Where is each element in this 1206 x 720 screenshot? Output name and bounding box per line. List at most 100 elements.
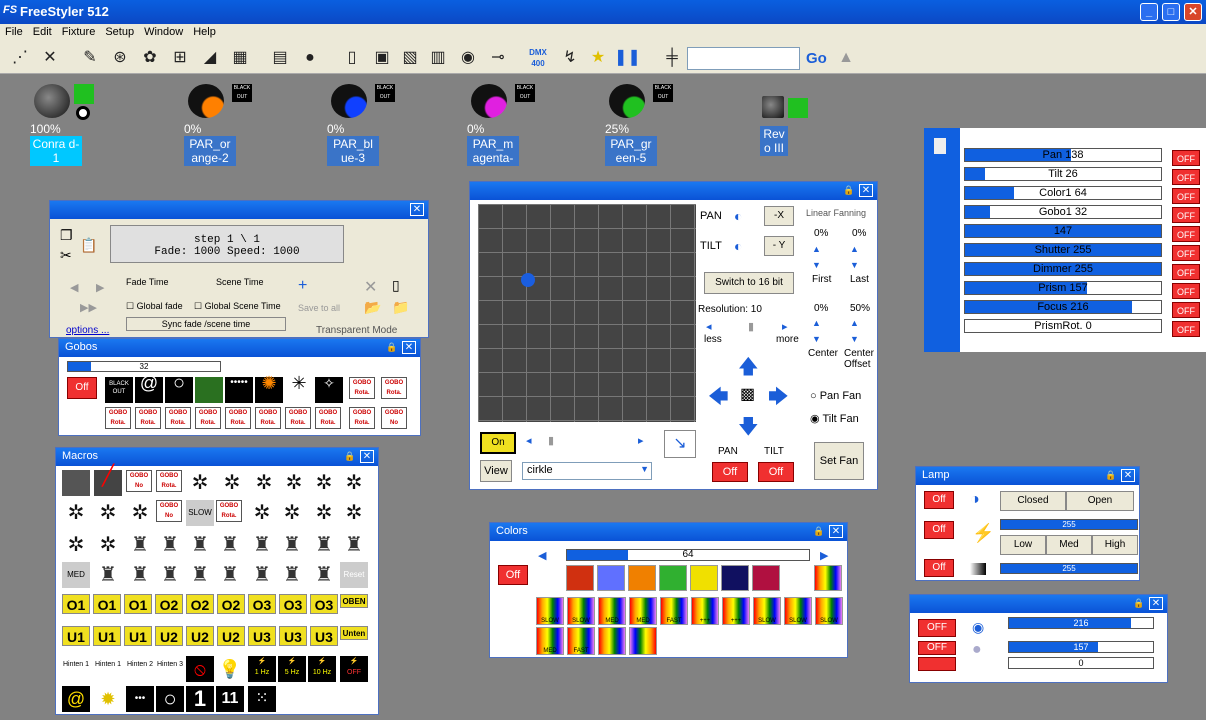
macro-1hz[interactable]: ⚡ 1 Hz	[248, 656, 276, 682]
menu-window[interactable]: Window	[139, 24, 188, 40]
faders-icon[interactable]: ▥	[426, 47, 450, 69]
channel-slider-shutter[interactable]: Shutter 255	[964, 243, 1162, 257]
macro-u1[interactable]: U1	[62, 626, 90, 646]
macro-u3[interactable]: U3	[248, 626, 276, 646]
go-button[interactable]: Go	[806, 50, 827, 67]
macro-gear-icon[interactable]: ✲	[94, 500, 122, 526]
lock-icon[interactable]: 🔒	[386, 341, 398, 354]
lock-icon[interactable]: 🔒	[843, 184, 855, 197]
close-icon[interactable]: ✕	[410, 203, 424, 216]
macro-moving-head-icon[interactable]: ♜	[126, 562, 154, 588]
color-effect-slow[interactable]: SLOW	[815, 597, 843, 625]
gobo-no[interactable]: GOBO No	[381, 407, 407, 429]
lock-icon[interactable]: 🔒	[1105, 469, 1117, 482]
on-button[interactable]: On	[480, 432, 516, 454]
global-fade-check[interactable]: ☐ Global fade	[126, 301, 183, 312]
macro-o1[interactable]: O1	[62, 594, 90, 614]
channel-off-button[interactable]: OFF	[1172, 207, 1200, 223]
channel-slider-focus[interactable]: Focus 216	[964, 300, 1162, 314]
maximize-button[interactable]: □	[1162, 3, 1180, 21]
macro-u3[interactable]: U3	[310, 626, 338, 646]
prismrot-slider[interactable]: 0	[1008, 657, 1154, 669]
command-input[interactable]	[687, 47, 800, 70]
diagonal-arrow-icon[interactable]: ↘	[664, 430, 696, 458]
rainbow-swatch[interactable]	[814, 565, 842, 591]
fader-icon[interactable]: ╪	[660, 47, 684, 69]
channel-off-button[interactable]: OFF	[1172, 302, 1200, 318]
macro-gear-icon[interactable]: ✲	[340, 500, 368, 526]
speaker-icon[interactable]: ◉	[456, 47, 480, 69]
macro-u2[interactable]: U2	[217, 626, 245, 646]
macro-moving-head-icon[interactable]: ♜	[186, 532, 214, 558]
macro-moving-head-icon[interactable]: ♜	[94, 562, 122, 588]
tilt-fan-radio[interactable]: ◉ Tilt Fan	[810, 412, 859, 425]
gobo-rota[interactable]: GOBO Rota.	[315, 407, 341, 429]
macro-o3[interactable]: O3	[248, 594, 276, 614]
gobo-flame-icon[interactable]: ✺	[255, 374, 283, 403]
pattern-select[interactable]: cirkle ▼	[522, 462, 652, 480]
gobo-slider[interactable]: 32	[67, 361, 221, 372]
lock-icon[interactable]: 🔒	[344, 450, 356, 463]
menu-setup[interactable]: Setup	[100, 24, 139, 40]
gobo-burst-icon[interactable]: ✳	[285, 374, 313, 403]
macro-moving-head-icon[interactable]: ♜	[216, 562, 244, 588]
lamp-off-button[interactable]: Off	[924, 491, 954, 509]
arrange-icon[interactable]: ⋰	[8, 47, 32, 69]
mouse-icon[interactable]: ↯	[558, 47, 582, 69]
macro-ring-icon[interactable]: ○	[156, 686, 184, 712]
macro-moving-head-icon[interactable]: ♜	[156, 532, 184, 558]
color-effect-rainbow[interactable]	[598, 627, 626, 655]
pause-icon[interactable]: ❚❚	[614, 47, 641, 69]
low-button[interactable]: Low	[1000, 535, 1046, 555]
macro-o3[interactable]: O3	[279, 594, 307, 614]
macro-reset[interactable]: Reset	[340, 562, 368, 588]
macro-one[interactable]: 1	[186, 686, 214, 712]
first-down-icon[interactable]: ▼	[812, 260, 821, 270]
macro-lamp-icon[interactable]: 💡	[216, 656, 244, 682]
dmx-icon[interactable]: DMX 400	[526, 47, 550, 69]
color-swatch[interactable]	[690, 565, 718, 591]
gobo-rota[interactable]: GOBO Rota.	[285, 407, 311, 429]
gobo-rota[interactable]: GOBO Rota.	[195, 407, 221, 429]
macro-strobe-off[interactable]: ⚡ OFF	[340, 656, 368, 682]
closed-button[interactable]: Closed	[1000, 491, 1066, 511]
prev-icon[interactable]: ◀	[70, 281, 78, 294]
macro-sun-icon[interactable]: ✹	[94, 686, 122, 712]
channel-slider-tilt[interactable]: Tilt 26	[964, 167, 1162, 181]
open-button[interactable]: Open	[1066, 491, 1134, 511]
cross-icon[interactable]: ✕	[38, 47, 62, 69]
channel-off-button[interactable]: OFF	[1172, 226, 1200, 242]
page-icon[interactable]: ▯	[392, 277, 400, 294]
open-folder-icon[interactable]: 📂	[364, 299, 381, 316]
channel-slider-prismrot[interactable]: PrismRot. 0	[964, 319, 1162, 333]
macro-o1[interactable]: O1	[124, 594, 152, 614]
close-icon[interactable]: ✕	[402, 341, 416, 354]
gobo-rota[interactable]: GOBO Rota.	[165, 407, 191, 429]
channel-off-button[interactable]: OFF	[1172, 321, 1200, 337]
slider-left-icon[interactable]: ◂	[526, 434, 532, 447]
scissors-icon[interactable]: ✂	[60, 247, 72, 264]
menu-help[interactable]: Help	[188, 24, 221, 40]
cue-icon[interactable]: ▣	[370, 47, 394, 69]
macro-slow[interactable]: SLOW	[186, 500, 214, 526]
paste-icon[interactable]: 📋	[80, 237, 97, 254]
next-icon[interactable]: ▶	[96, 281, 104, 294]
fixture-icon[interactable]: ⊞	[168, 47, 192, 69]
color-left-icon[interactable]: ◀	[538, 549, 546, 562]
gobo-leaves-icon[interactable]	[195, 377, 223, 403]
macro-dots-icon[interactable]: •••	[126, 686, 154, 712]
macro-gear-icon[interactable]: ✲	[250, 470, 278, 496]
color-effect-rainbow[interactable]	[629, 627, 657, 655]
macro-oben[interactable]: OBEN	[340, 594, 368, 608]
macro-u3[interactable]: U3	[279, 626, 307, 646]
med-button[interactable]: Med	[1046, 535, 1092, 555]
new-page-icon[interactable]: ▯	[340, 47, 364, 69]
last-down-icon[interactable]: ▼	[850, 260, 859, 270]
high-button[interactable]: High	[1092, 535, 1138, 555]
macro-moving-head-icon[interactable]: ♜	[248, 562, 276, 588]
macro-u2[interactable]: U2	[155, 626, 183, 646]
macro-hinten[interactable]: Hinten 1	[94, 656, 122, 682]
arrow-left-icon[interactable]: 🡄	[708, 382, 729, 416]
last-up-icon[interactable]: ▲	[850, 244, 859, 254]
color-swatch[interactable]	[752, 565, 780, 591]
